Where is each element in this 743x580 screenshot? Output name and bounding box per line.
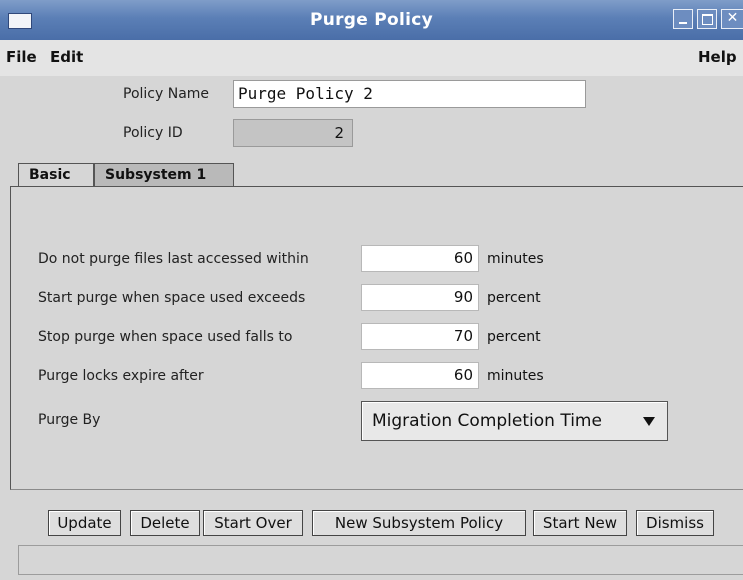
start-purge-label: Start purge when space used exceeds bbox=[38, 290, 306, 306]
purge-locks-unit: minutes bbox=[487, 368, 544, 384]
delete-button[interactable]: Delete bbox=[130, 510, 200, 536]
tab-subsystem-1[interactable]: Subsystem 1 bbox=[94, 163, 234, 187]
purge-age-input[interactable]: 60 bbox=[361, 245, 479, 272]
close-button[interactable]: ✕ bbox=[721, 9, 743, 29]
tab-basic[interactable]: Basic bbox=[18, 163, 94, 187]
start-purge-unit: percent bbox=[487, 290, 541, 306]
dismiss-button[interactable]: Dismiss bbox=[636, 510, 714, 536]
window-title: Purge Policy bbox=[309, 10, 434, 30]
policy-id-field: 2 bbox=[233, 119, 353, 147]
start-purge-input[interactable]: 90 bbox=[361, 284, 479, 311]
purge-policy-window: Purge Policy ✕ File Edit Help Policy Nam… bbox=[0, 0, 743, 580]
purge-by-dropdown[interactable]: Migration Completion Time bbox=[361, 401, 668, 441]
menu-file[interactable]: File bbox=[6, 48, 37, 66]
stop-purge-label: Stop purge when space used falls to bbox=[38, 329, 293, 345]
policy-id-label: Policy ID bbox=[123, 125, 183, 141]
purge-by-label: Purge By bbox=[38, 412, 101, 428]
policy-name-label: Policy Name bbox=[123, 86, 210, 102]
purge-locks-label: Purge locks expire after bbox=[38, 368, 204, 384]
policy-name-field[interactable]: Purge Policy 2 bbox=[233, 80, 586, 108]
stop-purge-unit: percent bbox=[487, 329, 541, 345]
chevron-down-icon bbox=[643, 417, 655, 426]
minimize-button[interactable] bbox=[673, 9, 693, 29]
update-button[interactable]: Update bbox=[48, 510, 121, 536]
purge-by-value: Migration Completion Time bbox=[372, 411, 602, 431]
purge-age-label: Do not purge files last accessed within bbox=[38, 251, 309, 267]
purge-age-unit: minutes bbox=[487, 251, 544, 267]
title-bar[interactable]: Purge Policy ✕ bbox=[0, 0, 743, 40]
status-bar bbox=[18, 545, 743, 575]
maximize-button[interactable] bbox=[697, 9, 717, 29]
new-subsystem-policy-button[interactable]: New Subsystem Policy bbox=[312, 510, 526, 536]
menu-bar: File Edit Help bbox=[0, 40, 743, 76]
menu-help[interactable]: Help bbox=[698, 48, 737, 66]
start-new-button[interactable]: Start New bbox=[533, 510, 627, 536]
start-over-button[interactable]: Start Over bbox=[203, 510, 303, 536]
purge-locks-input[interactable]: 60 bbox=[361, 362, 479, 389]
menu-edit[interactable]: Edit bbox=[50, 48, 83, 66]
stop-purge-input[interactable]: 70 bbox=[361, 323, 479, 350]
